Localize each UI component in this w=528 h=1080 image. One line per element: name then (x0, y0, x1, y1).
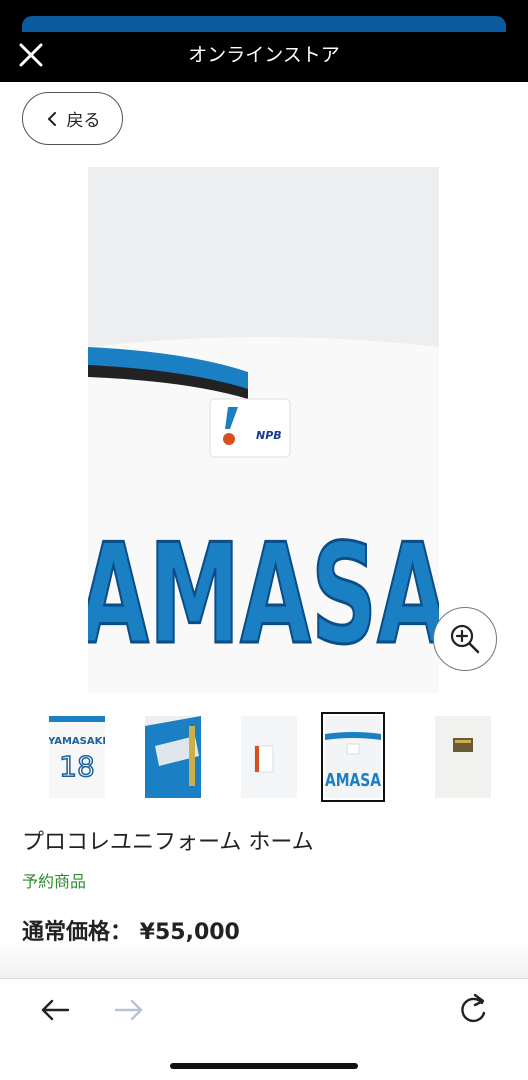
home-indicator (170, 1063, 358, 1069)
thumbnail-2[interactable] (145, 716, 201, 798)
zoom-in-icon (450, 624, 480, 654)
jersey-lettering: AMASA (88, 514, 439, 675)
thumbnail-1-name: YAMASAKI (49, 736, 105, 747)
arrow-right-icon[interactable] (112, 993, 146, 1027)
back-button[interactable]: 戻る (22, 92, 123, 145)
tab-strip (22, 16, 506, 32)
reload-icon[interactable] (456, 991, 490, 1027)
thumbnail-1[interactable]: YAMASAKI 18 (49, 716, 105, 798)
page-title: オンラインストア (188, 44, 340, 66)
zoom-button[interactable] (433, 607, 497, 671)
back-button-label: 戻る (66, 111, 101, 131)
npb-tag-text: NPB (256, 429, 282, 442)
product-main-image[interactable]: NPB AMASA (88, 167, 439, 693)
browser-toolbar (0, 978, 528, 1080)
product-title: プロコレユニフォーム ホーム (22, 830, 314, 855)
arrow-left-icon[interactable] (38, 993, 72, 1027)
thumbnail-3[interactable] (241, 716, 297, 798)
preorder-status: 予約商品 (22, 872, 87, 891)
thumbnail-1-number: 18 (59, 750, 95, 783)
scroll-fade (0, 940, 528, 980)
browser-header: オンラインストア (0, 0, 528, 82)
thumbnail-5[interactable] (435, 716, 491, 798)
thumbnail-4-name: AMASA (325, 770, 381, 791)
thumbnail-4[interactable]: AMASA (321, 712, 385, 802)
chevron-left-icon (47, 111, 56, 126)
